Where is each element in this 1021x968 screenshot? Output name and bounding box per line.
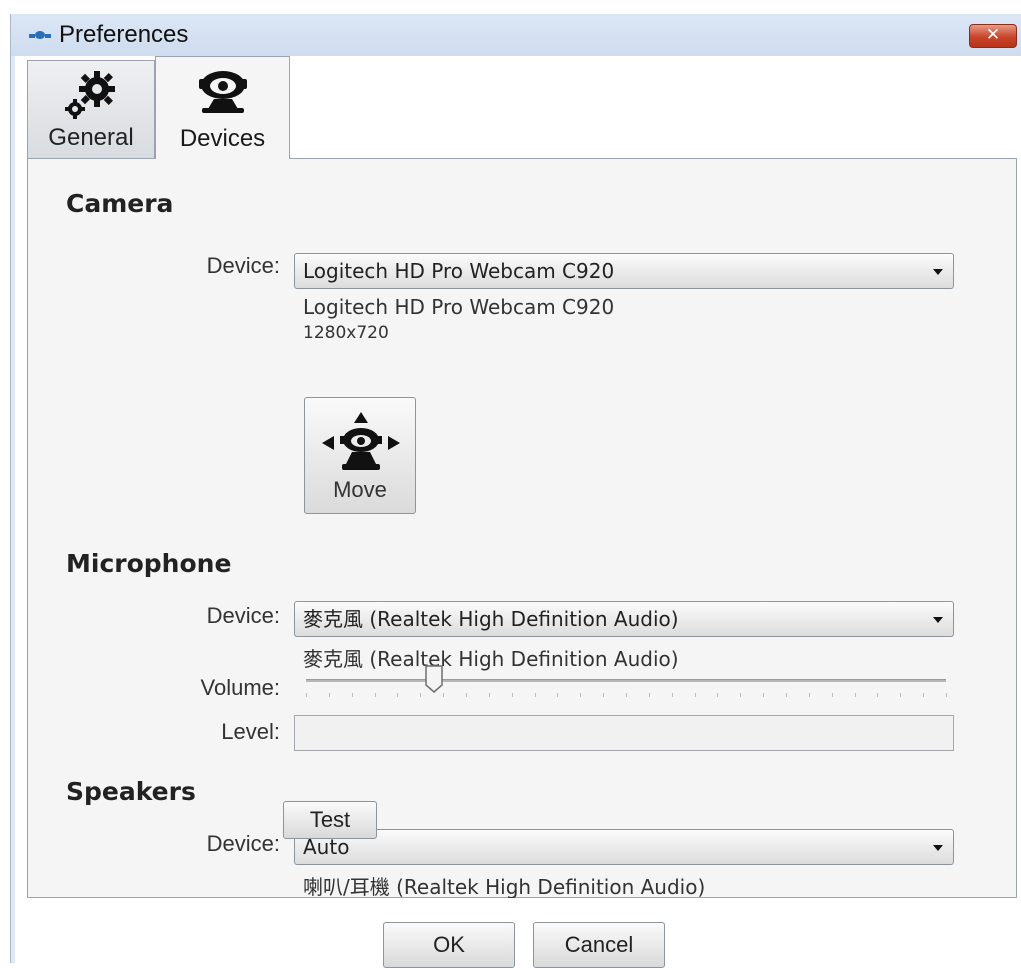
chevron-down-icon xyxy=(933,845,943,851)
microphone-device-name: 麥克風 (Realtek High Definition Audio) xyxy=(303,647,679,671)
microphone-device-label: Device: xyxy=(206,603,280,628)
level-meter xyxy=(294,715,954,751)
move-camera-icon xyxy=(322,412,400,470)
camera-resolution: 1280x720 xyxy=(303,323,389,343)
tab-general[interactable]: General xyxy=(27,60,155,158)
preferences-window: Preferences ✕ General Devices Camera Dev… xyxy=(10,14,1021,968)
volume-label: Volume: xyxy=(200,675,281,700)
camera-section-title: Camera xyxy=(66,189,174,218)
volume-tick xyxy=(557,693,559,697)
volume-tick xyxy=(397,693,399,697)
volume-tick xyxy=(488,693,490,697)
dialog-footer xyxy=(15,898,1021,963)
volume-tick xyxy=(946,693,947,697)
volume-tick xyxy=(351,693,353,697)
camera-device-name: Logitech HD Pro Webcam C920 xyxy=(303,295,615,319)
volume-tick xyxy=(626,693,627,697)
speakers-section-title: Speakers xyxy=(66,777,196,806)
volume-tick xyxy=(717,693,719,697)
volume-tick xyxy=(923,693,925,697)
volume-tick xyxy=(877,693,879,697)
window-title: Preferences xyxy=(59,21,189,48)
dialog-client-area: General Devices Camera Device: Logitech … xyxy=(15,56,1021,968)
volume-tick xyxy=(786,693,787,697)
chevron-down-icon xyxy=(933,617,943,623)
volume-tick xyxy=(740,693,742,697)
volume-tick xyxy=(443,693,445,697)
gears-icon xyxy=(65,71,115,119)
tab-general-label: General xyxy=(48,124,134,151)
test-button[interactable]: Test xyxy=(283,801,377,839)
volume-tick xyxy=(808,693,810,697)
level-label: Level: xyxy=(221,719,280,744)
speakers-device-label: Device: xyxy=(206,831,280,856)
webcam-icon xyxy=(198,71,247,113)
volume-tick xyxy=(694,693,696,697)
devices-panel: Camera Device: Logitech HD Pro Webcam C9… xyxy=(27,158,1017,899)
microphone-device-dropdown[interactable]: 麥克風 (Realtek High Definition Audio) xyxy=(294,601,954,637)
move-camera-button[interactable]: Move xyxy=(304,397,416,514)
camera-device-label: Device: xyxy=(206,253,280,278)
speakers-device-name: 喇叭/耳機 (Realtek High Definition Audio) xyxy=(303,875,706,899)
move-button-label: Move xyxy=(333,477,387,502)
close-button[interactable]: ✕ xyxy=(969,24,1017,48)
volume-tick xyxy=(306,693,307,697)
volume-tick xyxy=(580,693,582,697)
title-bar[interactable]: Preferences ✕ xyxy=(11,14,1021,56)
volume-slider-track[interactable] xyxy=(306,679,946,682)
preferences-app-icon xyxy=(29,31,51,39)
cancel-button[interactable]: Cancel xyxy=(533,922,665,968)
ok-button[interactable]: OK xyxy=(383,922,515,968)
volume-tick xyxy=(328,693,330,697)
volume-slider-thumb[interactable] xyxy=(424,665,444,693)
volume-tick xyxy=(671,693,673,697)
tab-devices-label: Devices xyxy=(179,125,266,152)
volume-tick xyxy=(831,693,833,697)
volume-tick xyxy=(534,693,536,697)
camera-device-dropdown[interactable]: Logitech HD Pro Webcam C920 xyxy=(294,253,954,289)
chevron-down-icon xyxy=(933,269,943,275)
microphone-section-title: Microphone xyxy=(66,549,232,578)
tab-devices[interactable]: Devices xyxy=(155,56,290,159)
microphone-device-value: 麥克風 (Realtek High Definition Audio) xyxy=(303,607,679,631)
volume-tick xyxy=(603,693,605,697)
speakers-device-dropdown[interactable]: Auto xyxy=(294,829,954,865)
volume-tick xyxy=(374,693,376,697)
volume-tick xyxy=(466,693,467,697)
volume-tick xyxy=(763,693,765,697)
volume-tick xyxy=(511,693,513,697)
volume-tick xyxy=(854,693,856,697)
camera-device-value: Logitech HD Pro Webcam C920 xyxy=(303,259,615,283)
volume-tick xyxy=(420,693,422,697)
volume-tick xyxy=(900,693,902,697)
volume-tick xyxy=(648,693,650,697)
